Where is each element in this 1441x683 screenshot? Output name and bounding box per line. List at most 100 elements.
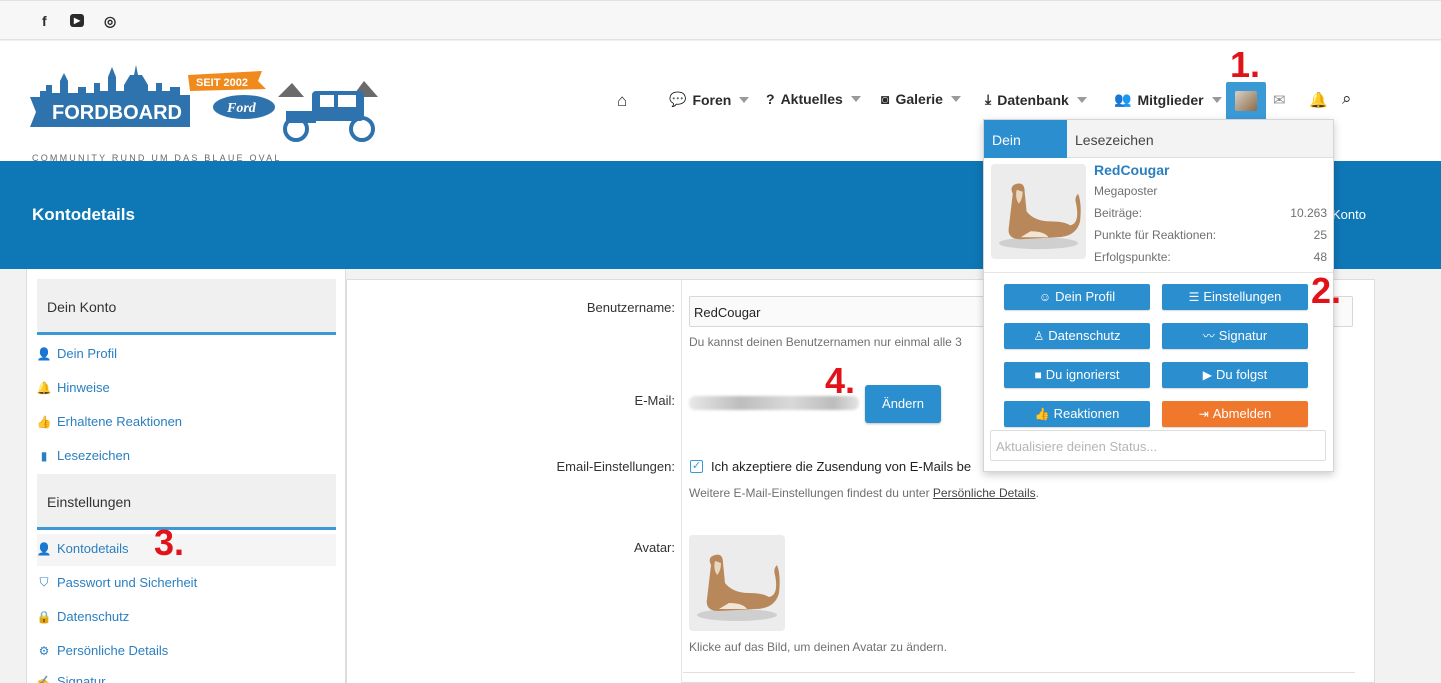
sidebar-item-password[interactable]: ⛉ Passwort und Sicherheit [35, 575, 197, 590]
status-input[interactable]: Aktualisiere deinen Status... [990, 430, 1326, 461]
sidebar-section-settings: Einstellungen [37, 474, 336, 530]
stat-posts: Beiträge: 10.263 [1094, 206, 1327, 220]
sidebar-item-label: Signatur [57, 674, 106, 683]
tab-your-account[interactable]: Dein Konto [984, 120, 1067, 188]
logo-brand: FORDBOARD [52, 102, 182, 124]
nav-database[interactable]: ⤓ Datenbank [985, 91, 1087, 108]
account-dropdown: Dein Konto Lesezeichen RedCougar Megapos… [983, 119, 1334, 472]
nav-gallery[interactable]: ◙ Galerie [881, 91, 961, 107]
form-label-column [347, 280, 682, 683]
username-hint: Du kannst deinen Benutzernamen nur einma… [689, 335, 962, 349]
avatar-label: Avatar: [634, 540, 675, 555]
hint-text: Weitere E-Mail-Einstellungen findest du … [689, 486, 933, 500]
bell-icon[interactable]: 🔔 [1309, 91, 1328, 109]
email-consent-checkbox[interactable]: ✓ [690, 460, 703, 473]
ignoring-button[interactable]: ■ Du ignorierst [1004, 362, 1150, 388]
dropdown-avatar[interactable] [991, 164, 1086, 259]
email-consent-label: Ich akzeptiere die Zusendung von E-Mails… [711, 459, 972, 474]
chevron-down-icon [1076, 96, 1087, 103]
cougar-avatar [991, 164, 1086, 259]
tab-bookmarks[interactable]: Lesezeichen [1067, 120, 1162, 158]
thumbs-up-icon: 👍 [1034, 407, 1050, 421]
envelope-icon[interactable]: ✉ [1273, 91, 1286, 109]
chevron-down-icon [850, 96, 861, 102]
stat-label: Beiträge: [1094, 206, 1143, 220]
nav-forums[interactable]: 💬 Foren [669, 91, 750, 108]
nav-gallery-label: Galerie [895, 91, 943, 107]
list-icon: ☰ [1188, 290, 1200, 304]
avatar-image[interactable] [689, 535, 785, 631]
dropdown-user-title: Megaposter [1094, 184, 1158, 198]
annotation-2: 2. [1311, 270, 1342, 311]
form-divider [683, 672, 1355, 673]
username-label: Benutzername: [586, 300, 675, 315]
button-label: Du folgst [1215, 367, 1268, 382]
privacy-button[interactable]: ♙ Datenschutz [1004, 323, 1150, 349]
sidebar-item-bookmarks[interactable]: ▮ Lesezeichen [35, 448, 130, 463]
stat-reaction-points: Punkte für Reaktionen: 25 [1094, 228, 1327, 242]
sidebar-item-alerts[interactable]: 🔔 Hinweise [35, 380, 110, 395]
nav-news[interactable]: ? Aktuelles [766, 91, 861, 107]
stat-value: 10.263 [1290, 206, 1327, 220]
dropdown-divider [984, 272, 1333, 273]
avatar-hint: Klicke auf das Bild, um deinen Avatar zu… [689, 640, 947, 654]
stat-label: Punkte für Reaktionen: [1094, 228, 1217, 242]
sidebar-item-label: Erhaltene Reaktionen [57, 414, 183, 429]
nav-members[interactable]: 👥 Mitglieder [1114, 91, 1222, 108]
youtube-icon[interactable]: ▶ [70, 14, 85, 27]
sidebar-item-reactions[interactable]: 👍 Erhaltene Reaktionen [35, 414, 183, 429]
comments-icon: 💬 [669, 91, 687, 107]
logout-button[interactable]: ⇥ Abmelden [1162, 401, 1308, 427]
stat-achievement-points: Erfolgspunkte: 48 [1094, 250, 1327, 264]
sidebar-item-label: Lesezeichen [57, 448, 130, 463]
fordboard-logo[interactable]: FORDBOARD SEIT 2002 Ford COMMUNITY RUND … [30, 61, 390, 163]
email-settings-hint: Weitere E-Mail-Einstellungen findest du … [689, 486, 1039, 500]
sidebar-item-personal-details[interactable]: ⚙ Persönliche Details [35, 643, 169, 658]
settings-button[interactable]: ☰ Einstellungen [1162, 284, 1308, 310]
sidebar-item-account-details[interactable]: 👤 Kontodetails [35, 541, 129, 556]
thumbs-up-icon: 👍 [36, 414, 52, 429]
profile-button[interactable]: ☺ Dein Profil [1004, 284, 1150, 310]
cougar-avatar [689, 535, 785, 631]
breadcrumb[interactable]: Konto [1332, 207, 1366, 222]
email-settings-label: Email-Einstellungen: [556, 459, 675, 474]
search-icon[interactable]: ⌕ [1342, 89, 1352, 109]
reactions-button[interactable]: 👍 Reaktionen [1004, 401, 1150, 427]
annotation-1: 1. [1230, 44, 1261, 85]
following-button[interactable]: ▶ Du folgst [1162, 362, 1308, 388]
button-label: Einstellungen [1203, 289, 1282, 304]
nav-forums-label: Foren [692, 91, 732, 108]
sidebar-item-signature[interactable]: ✍ Signatur [35, 674, 106, 683]
sidebar-item-label: Hinweise [57, 380, 110, 395]
sidebar-item-profile[interactable]: 👤 Dein Profil [35, 346, 117, 361]
signature-icon: 〰 [1202, 329, 1215, 343]
logo-ford: Ford [226, 101, 257, 116]
instagram-icon[interactable]: ◎ [104, 13, 116, 30]
stat-value: 25 [1313, 228, 1327, 242]
dropdown-tabs: Dein Konto Lesezeichen [984, 120, 1333, 188]
sidebar-item-privacy[interactable]: 🔒 Datenschutz [35, 609, 130, 624]
play-icon: ▶ [1202, 368, 1212, 382]
home-icon[interactable]: ⌂ [617, 91, 627, 111]
account-sidebar: Dein Konto 👤 Dein Profil 🔔 Hinweise 👍 Erhal… [26, 269, 346, 683]
nav-database-label: Datenbank [997, 91, 1069, 108]
change-email-button[interactable]: Ändern [865, 385, 941, 423]
dropdown-username[interactable]: RedCougar [1094, 162, 1169, 178]
personal-details-link[interactable]: Persönliche Details [933, 486, 1036, 500]
sidebar-heading: Dein Konto [37, 279, 336, 335]
facebook-icon[interactable]: f [42, 13, 47, 29]
camera-icon: ◙ [881, 91, 890, 107]
annotation-3: 3. [154, 522, 185, 563]
signature-button[interactable]: 〰 Signatur [1162, 323, 1308, 349]
account-button[interactable] [1226, 82, 1266, 120]
sidebar-item-label: Datenschutz [57, 609, 130, 624]
signature-icon: ✍ [36, 674, 52, 683]
social-bar: f ▶ ◎ [0, 0, 1441, 40]
sidebar-item-label: Passwort und Sicherheit [57, 575, 198, 590]
user-secret-icon: ♙ [1033, 329, 1045, 343]
bookmark-icon: ▮ [40, 448, 48, 463]
cogs-icon: ⚙ [38, 643, 50, 658]
users-icon: 👥 [1114, 91, 1132, 107]
hint-text: . [1035, 486, 1039, 500]
page-title: Kontodetails [32, 205, 135, 224]
